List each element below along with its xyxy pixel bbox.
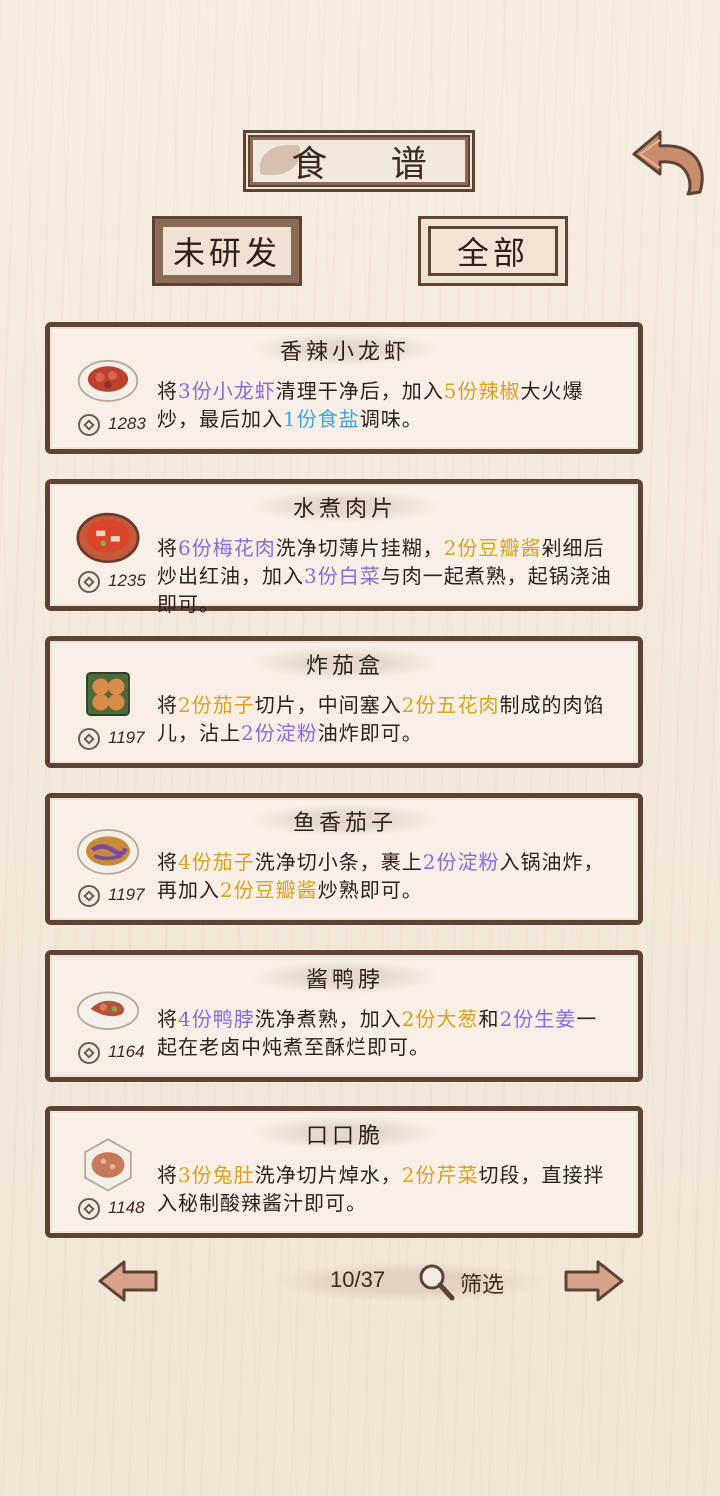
coin-icon bbox=[78, 885, 100, 907]
recipe-card[interactable]: 口口脆 1148 将3份兔肚洗净切片焯水，2份芹菜切段，直接拌入秘制酸辣酱汁即可。 bbox=[45, 1106, 643, 1238]
ingredient-highlight: 3份白菜 bbox=[304, 564, 381, 588]
recipe-description: 将6份梅花肉洗净切薄片挂糊，2份豆瓣酱剁细后炒出红油，加入3份白菜与肉一起煮熟，… bbox=[157, 534, 617, 618]
ingredient-highlight: 5份辣椒 bbox=[443, 379, 521, 403]
description-text: 将 bbox=[157, 1163, 178, 1187]
page-title: 食 谱 bbox=[291, 144, 453, 185]
coin-icon bbox=[78, 728, 100, 750]
coin-icon bbox=[78, 571, 100, 593]
tab-undeveloped[interactable]: 未研发 bbox=[152, 216, 302, 286]
ingredient-highlight: 2份淀粉 bbox=[422, 850, 500, 874]
description-text: 洗净切片焯水， bbox=[254, 1163, 402, 1187]
coin-icon bbox=[78, 1198, 100, 1220]
recipe-name: 香辣小龙虾 bbox=[279, 340, 410, 365]
page-title-plaque: 食 谱 bbox=[243, 130, 475, 192]
duck-neck-plate-icon bbox=[76, 991, 140, 1030]
recipe-card[interactable]: 香辣小龙虾 1283 将3份小龙虾清理干净后，加入5份辣椒大火爆炒，最后加入1份食盐… bbox=[45, 322, 643, 454]
tab-all[interactable]: 全部 bbox=[418, 216, 568, 286]
recipe-price: 1283 bbox=[108, 414, 146, 433]
recipe-price: 1197 bbox=[108, 885, 145, 904]
ingredient-highlight: 2份淀粉 bbox=[241, 721, 318, 745]
ingredient-highlight: 4份茄子 bbox=[178, 850, 255, 874]
recipe-name: 炸茄盒 bbox=[305, 654, 384, 679]
recipe-description: 将3份兔肚洗净切片焯水，2份芹菜切段，直接拌入秘制酸辣酱汁即可。 bbox=[157, 1161, 617, 1217]
ingredient-highlight: 2份生姜 bbox=[499, 1007, 577, 1031]
back-arrow-icon[interactable] bbox=[630, 128, 704, 196]
ingredient-highlight: 2份豆瓣酱 bbox=[443, 536, 542, 560]
recipe-description: 将4份鸭脖洗净煮熟，加入2份大葱和2份生姜一起在老卤中炖煮至酥烂即可。 bbox=[157, 1005, 617, 1061]
recipe-name: 鱼香茄子 bbox=[292, 811, 397, 836]
recipe-name: 酱鸭脖 bbox=[305, 968, 384, 993]
recipe-card[interactable]: 酱鸭脖 1164 将4份鸭脖洗净煮熟，加入2份大葱和2份生姜一起在老卤中炖煮至酥烂即… bbox=[45, 950, 643, 1082]
description-text: 洗净切薄片挂糊， bbox=[275, 536, 444, 560]
description-text: 油炸即可。 bbox=[317, 721, 423, 745]
crayfish-plate-icon bbox=[77, 359, 139, 402]
fried-eggplant-box-icon bbox=[86, 672, 130, 716]
recipe-description: 将2份茄子切片，中间塞入2份五花肉制成的肉馅儿，沾上2份淀粉油炸即可。 bbox=[157, 691, 617, 747]
ingredient-highlight: 6份梅花肉 bbox=[178, 536, 276, 560]
description-text: 洗净煮熟，加入 bbox=[254, 1007, 402, 1031]
boiled-pork-pot-icon bbox=[76, 512, 140, 564]
ingredient-highlight: 1份食盐 bbox=[283, 407, 360, 431]
description-text: 调味。 bbox=[359, 407, 423, 431]
filter-button[interactable]: 筛选 bbox=[460, 1267, 504, 1299]
magnifier-icon[interactable] bbox=[416, 1262, 456, 1302]
recipe-name: 水煮肉片 bbox=[292, 497, 397, 522]
description-text: 将 bbox=[157, 693, 178, 717]
coin-icon bbox=[78, 1042, 100, 1064]
recipe-description: 将4份茄子洗净切小条，裹上2份淀粉入锅油炸，再加入2份豆瓣酱炒熟即可。 bbox=[157, 848, 617, 904]
description-text: 切片，中间塞入 bbox=[254, 693, 402, 717]
description-text: 将 bbox=[157, 850, 178, 874]
ingredient-highlight: 4份鸭脖 bbox=[178, 1007, 255, 1031]
ingredient-highlight: 3份小龙虾 bbox=[178, 379, 276, 403]
recipe-price: 1197 bbox=[108, 728, 145, 747]
fish-flavored-eggplant-icon bbox=[76, 829, 140, 875]
crispy-tripe-plate-icon bbox=[84, 1138, 132, 1192]
description-text: 将 bbox=[157, 536, 178, 560]
page-indicator: 10/37 bbox=[330, 1267, 386, 1292]
recipe-price: 1235 bbox=[108, 571, 146, 590]
description-text: 炒熟即可。 bbox=[317, 878, 423, 902]
recipe-card[interactable]: 水煮肉片 1235 将6份梅花肉洗净切薄片挂糊，2份豆瓣酱剁细后炒出红油，加入3份白… bbox=[45, 479, 643, 616]
next-page-arrow-icon[interactable] bbox=[562, 1258, 626, 1304]
tab-all-label: 全部 bbox=[456, 234, 529, 272]
recipe-description: 将3份小龙虾清理干净后，加入5份辣椒大火爆炒，最后加入1份食盐调味。 bbox=[157, 377, 617, 433]
description-text: 和 bbox=[478, 1007, 500, 1031]
recipe-card[interactable]: 鱼香茄子 1197 将4份茄子洗净切小条，裹上2份淀粉入锅油炸，再加入2份豆瓣酱炒熟… bbox=[45, 793, 643, 925]
recipe-card[interactable]: 炸茄盒 1197 将2份茄子切片，中间塞入2份五花肉制成的肉馅儿，沾上2份淀粉油炸即… bbox=[45, 636, 643, 768]
ingredient-highlight: 2份芹菜 bbox=[401, 1163, 479, 1187]
prev-page-arrow-icon[interactable] bbox=[96, 1258, 160, 1304]
description-text: 将 bbox=[157, 1007, 178, 1031]
description-text: 洗净切小条，裹上 bbox=[254, 850, 423, 874]
ingredient-highlight: 2份茄子 bbox=[178, 693, 255, 717]
ingredient-highlight: 2份豆瓣酱 bbox=[220, 878, 318, 902]
description-text: 将 bbox=[157, 379, 178, 403]
ingredient-highlight: 2份大葱 bbox=[401, 1007, 479, 1031]
ingredient-highlight: 2份五花肉 bbox=[401, 693, 500, 717]
description-text: 清理干净后，加入 bbox=[275, 379, 444, 403]
coin-icon bbox=[78, 414, 100, 436]
recipe-price: 1148 bbox=[108, 1198, 145, 1217]
tab-undeveloped-label: 未研发 bbox=[172, 234, 281, 272]
ingredient-highlight: 3份兔肚 bbox=[178, 1163, 255, 1187]
recipe-price: 1164 bbox=[108, 1042, 145, 1061]
recipe-name: 口口脆 bbox=[305, 1124, 384, 1149]
